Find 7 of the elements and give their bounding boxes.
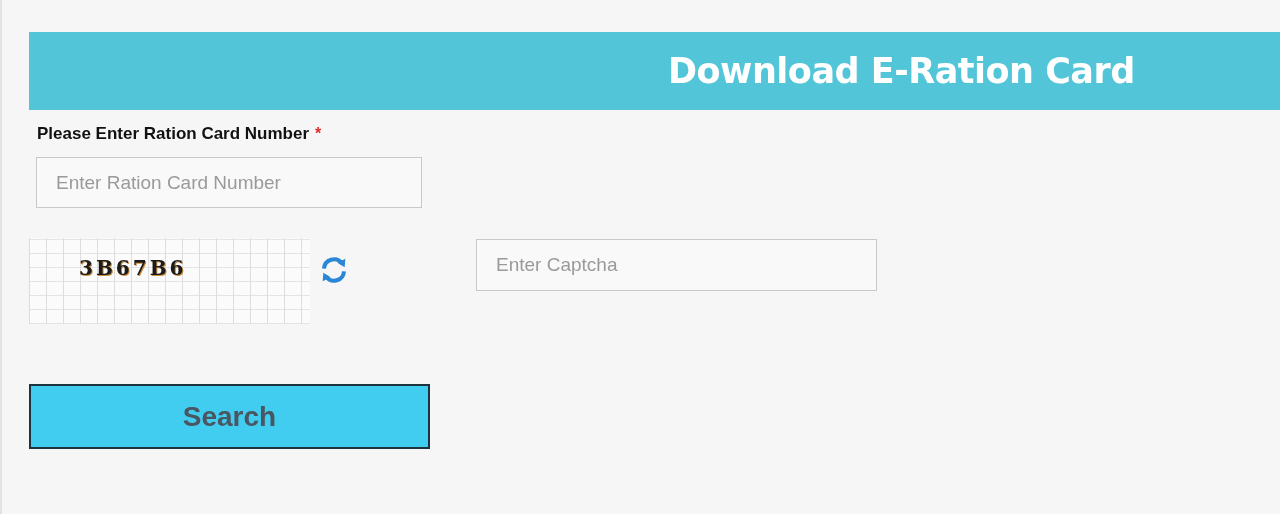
required-mark: * [315, 125, 322, 143]
field-label: Please Enter Ration Card Number [37, 124, 310, 144]
search-button[interactable]: Search [29, 384, 430, 449]
page-title: Download E-Ration Card [668, 51, 1135, 91]
ration-card-input[interactable]: Enter Ration Card Number [36, 157, 422, 208]
captcha-image: 3B67B6 [29, 238, 310, 324]
captcha-input[interactable]: Enter Captcha [476, 239, 877, 291]
